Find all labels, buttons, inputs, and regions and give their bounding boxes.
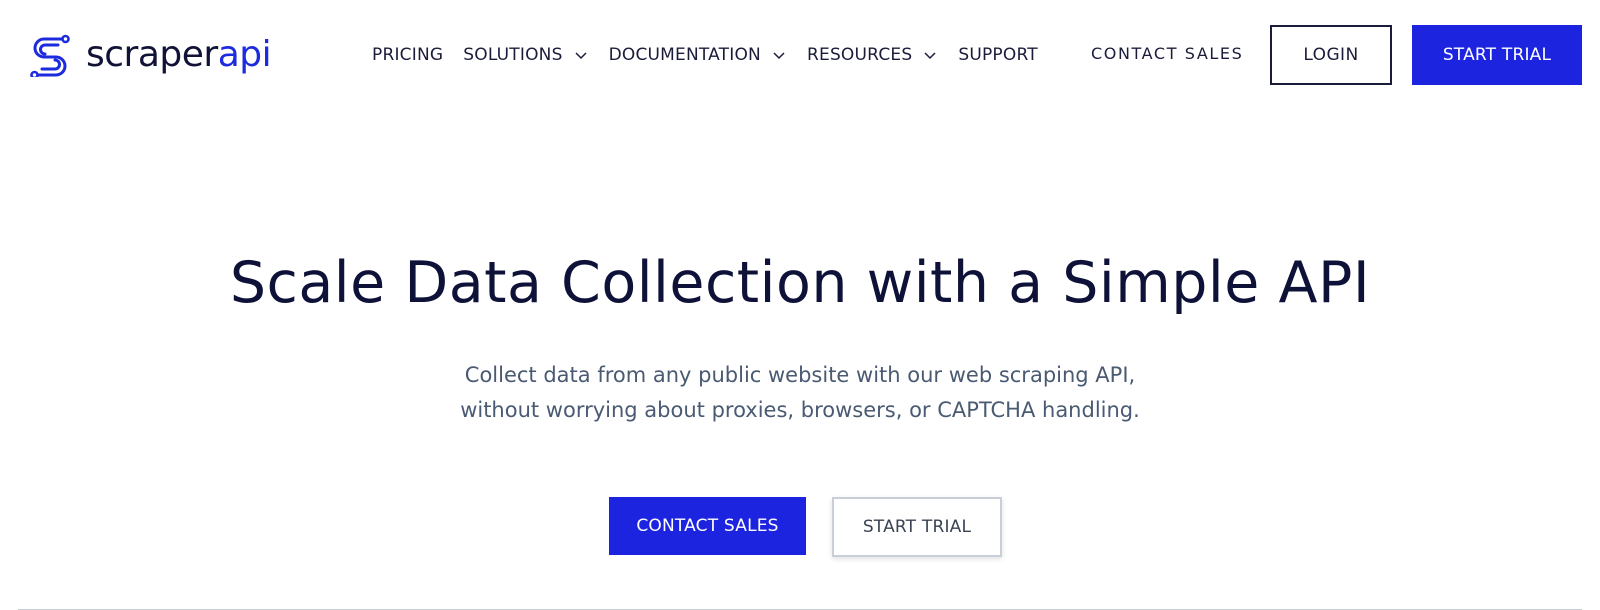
nav-item-resources[interactable]: RESOURCES bbox=[807, 45, 938, 65]
hero-title: Scale Data Collection with a Simple API bbox=[229, 250, 1371, 316]
hero-subtitle: Collect data from any public website wit… bbox=[0, 358, 1600, 428]
nav-item-solutions[interactable]: SOLUTIONS bbox=[463, 45, 588, 65]
hero-start-trial-button[interactable]: START TRIAL bbox=[832, 497, 1002, 557]
nav-item-label: RESOURCES bbox=[806, 45, 913, 65]
chevron-down-icon bbox=[773, 52, 785, 60]
hero-subtitle-line-2: without worrying about proxies, browsers… bbox=[460, 398, 1140, 422]
nav-item-label: SOLUTIONS bbox=[463, 45, 563, 65]
brand-name-main: scraper bbox=[86, 34, 218, 75]
nav-item-pricing[interactable]: PRICING bbox=[372, 45, 443, 65]
nav-item-label: SUPPORT bbox=[958, 45, 1038, 65]
login-button[interactable]: LOGIN bbox=[1270, 25, 1392, 85]
chevron-down-icon bbox=[924, 52, 936, 60]
contact-sales-link[interactable]: CONTACT SALES bbox=[1091, 44, 1243, 63]
nav-item-documentation[interactable]: DOCUMENTATION bbox=[609, 45, 787, 65]
main-nav: PRICING SOLUTIONS DOCUMENTATION RESOURCE… bbox=[372, 40, 1058, 70]
start-trial-button[interactable]: START TRIAL bbox=[1412, 25, 1582, 85]
brand-wordmark: scraperapi bbox=[86, 33, 272, 77]
brand-logo[interactable]: scraperapi bbox=[28, 32, 272, 78]
nav-item-support[interactable]: SUPPORT bbox=[958, 45, 1037, 65]
hero-subtitle-line-1: Collect data from any public website wit… bbox=[464, 363, 1136, 387]
nav-item-label: PRICING bbox=[372, 45, 444, 65]
scraperapi-s-logo-icon bbox=[30, 34, 70, 77]
hero-contact-sales-button[interactable]: CONTACT SALES bbox=[609, 497, 806, 555]
chevron-down-icon bbox=[575, 52, 587, 60]
brand-name-accent: api bbox=[217, 34, 272, 75]
site-header: scraperapi PRICING SOLUTIONS DOCUMENTATI… bbox=[0, 0, 1600, 110]
nav-item-label: DOCUMENTATION bbox=[608, 45, 761, 65]
